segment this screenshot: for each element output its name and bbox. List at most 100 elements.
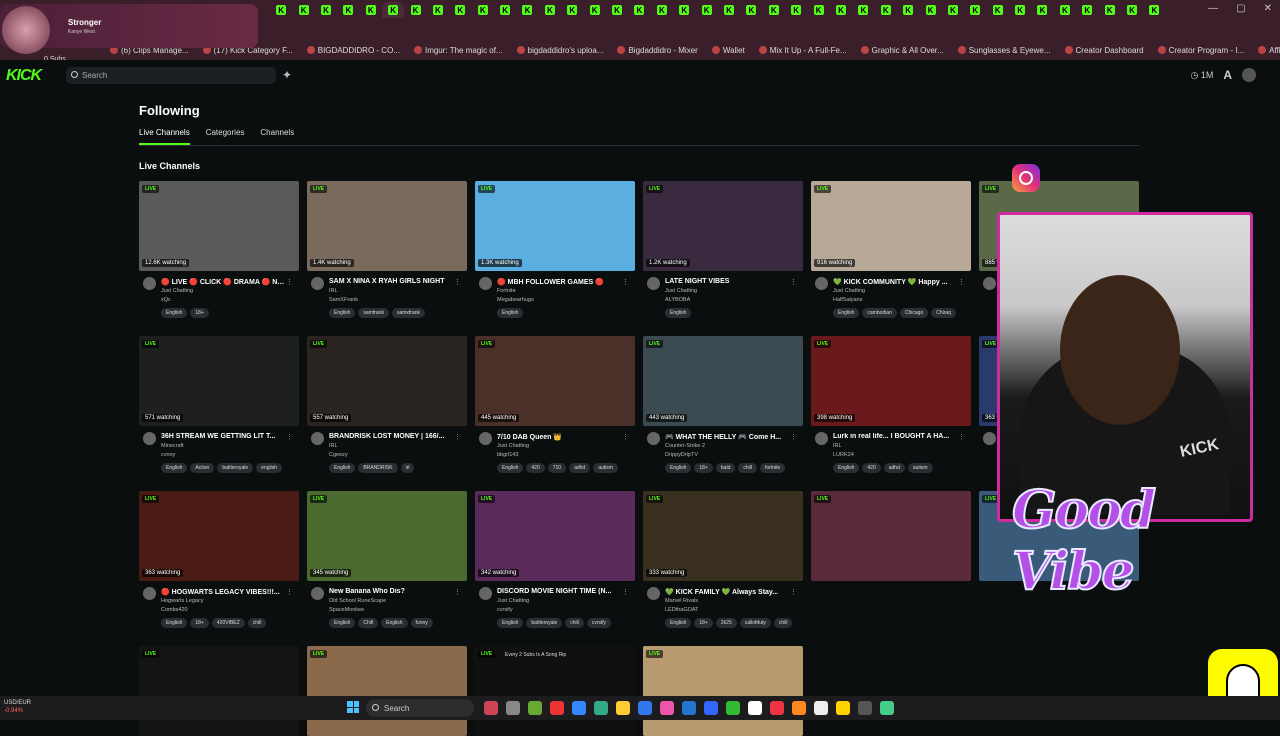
browser-tab[interactable]: K	[987, 2, 1009, 18]
browser-tab[interactable]: K	[807, 2, 829, 18]
stream-tag[interactable]: bald	[715, 463, 736, 473]
stream-title[interactable]: LATE NIGHT VIBES	[665, 278, 789, 285]
channel-name[interactable]: cvnny	[161, 452, 175, 458]
bookmark-item[interactable]: Creator Dashboard	[1064, 46, 1144, 55]
taskbar-app-icon[interactable]	[748, 701, 762, 715]
browser-tab[interactable]: K	[449, 2, 471, 18]
stream-title[interactable]: 7/10 DAB Queen 👑	[497, 433, 621, 441]
taskbar-app-icon[interactable]	[770, 701, 784, 715]
stream-title[interactable]: Lurk in real life... I BOUGHT A HA...	[833, 433, 957, 440]
more-options-icon[interactable]: ⋮	[958, 278, 965, 286]
viewer-count-badge[interactable]: ◷ 1M	[1190, 70, 1213, 81]
stream-tag[interactable]: English	[161, 308, 188, 318]
channel-avatar[interactable]	[311, 587, 324, 600]
channel-avatar[interactable]	[143, 587, 156, 600]
stream-tag[interactable]: English	[833, 463, 860, 473]
browser-tab[interactable]: K	[695, 2, 717, 18]
channel-avatar[interactable]	[311, 432, 324, 445]
stream-title[interactable]: 🔴 HOGWARTS LEGACY VIBES!!!...	[161, 588, 285, 596]
stream-category[interactable]: IRL	[329, 288, 338, 294]
channel-card[interactable]: LIVE 571 watching 36H STREAM WE GETTING LI…	[139, 336, 299, 476]
close-icon[interactable]: ✕	[1264, 3, 1272, 14]
stream-tag[interactable]: chill	[565, 618, 584, 628]
stream-title[interactable]: 🔴 LIVE 🔴 CLICK 🔴 DRAMA 🔴 NE...	[161, 278, 285, 286]
browser-tab[interactable]: K	[360, 2, 382, 18]
stream-tag[interactable]: english	[256, 463, 283, 473]
stream-tag[interactable]: autism	[593, 463, 618, 473]
stream-tag[interactable]: English	[497, 308, 524, 318]
browser-tab[interactable]: K	[1143, 2, 1165, 18]
stream-tag[interactable]: Chiraq	[931, 308, 956, 318]
tab-live-channels[interactable]: Live Channels	[139, 128, 190, 145]
browser-tab[interactable]: K	[1009, 2, 1031, 18]
browser-tab[interactable]: K	[472, 2, 494, 18]
stream-category[interactable]: Fortnite	[497, 288, 516, 294]
browser-tab[interactable]: K	[270, 2, 292, 18]
stock-widget[interactable]: USD/EUR -0.94%	[4, 699, 31, 715]
browser-tab[interactable]: K	[628, 2, 650, 18]
bookmark-item[interactable]: Graphic & All Over...	[860, 46, 944, 55]
stream-thumbnail[interactable]: LIVE	[643, 646, 803, 736]
channel-avatar[interactable]	[479, 432, 492, 445]
bookmark-item[interactable]: Wallet	[711, 46, 745, 55]
channel-card[interactable]: LIVE 1.2K watching LATE NIGHT VIBES ⋮ Just C…	[643, 181, 803, 321]
stream-category[interactable]: Just Chatting	[497, 598, 529, 604]
stream-tag[interactable]: 18+	[694, 618, 713, 628]
channel-name[interactable]: bbgrl143	[497, 452, 518, 458]
stream-tag[interactable]: English	[161, 618, 188, 628]
stream-category[interactable]: Minecraft	[161, 443, 184, 449]
stream-tag[interactable]: adhd	[569, 463, 591, 473]
tab-channels[interactable]: Channels	[260, 128, 294, 145]
channel-avatar[interactable]	[815, 277, 828, 290]
browser-tab[interactable]: K	[919, 2, 941, 18]
more-options-icon[interactable]: ⋮	[790, 433, 797, 441]
taskbar-search[interactable]: Search	[366, 699, 474, 717]
browser-tab[interactable]: K	[516, 2, 538, 18]
browser-tab[interactable]: K	[785, 2, 807, 18]
stream-thumbnail[interactable]: LIVE 342 watching	[475, 491, 635, 581]
more-options-icon[interactable]: ⋮	[622, 278, 629, 286]
browser-tab[interactable]: K	[606, 2, 628, 18]
stream-tag[interactable]: Chill	[358, 618, 379, 628]
taskbar-app-icon[interactable]	[484, 701, 498, 715]
stream-thumbnail[interactable]: LIVE	[475, 646, 635, 736]
stream-tag[interactable]: cambodian	[862, 308, 897, 318]
taskbar-app-icon[interactable]	[528, 701, 542, 715]
channel-avatar[interactable]	[479, 587, 492, 600]
browser-tab[interactable]: K	[673, 2, 695, 18]
bookmark-item[interactable]: Imgur: The magic of...	[413, 46, 503, 55]
channel-card[interactable]: LIVE	[307, 646, 467, 736]
browser-tab[interactable]: K	[852, 2, 874, 18]
stream-tag[interactable]: 2k25	[715, 618, 737, 628]
channel-card[interactable]: LIVE Every 2 Subs Is A Song Rip	[475, 646, 635, 736]
channel-card[interactable]: LIVE	[139, 646, 299, 736]
bookmark-item[interactable]: Affiliate Recruitmen...	[1258, 46, 1280, 55]
channel-name[interactable]: Combs420	[161, 607, 188, 613]
stream-thumbnail[interactable]: LIVE	[811, 491, 971, 581]
stream-thumbnail[interactable]: LIVE 12.6K watching	[139, 181, 299, 271]
channel-avatar[interactable]	[311, 277, 324, 290]
stream-tag[interactable]: cvrsify	[586, 618, 612, 628]
search-input[interactable]: Search	[66, 67, 276, 84]
channel-card[interactable]: LIVE 345 watching New Banana Who Dis? ⋮ Old …	[307, 491, 467, 631]
channel-avatar[interactable]	[815, 432, 828, 445]
browser-tab[interactable]: K	[1076, 2, 1098, 18]
channel-avatar[interactable]	[479, 277, 492, 290]
stream-thumbnail[interactable]: LIVE 398 watching	[811, 336, 971, 426]
browser-tab[interactable]: K	[1054, 2, 1076, 18]
more-options-icon[interactable]: ⋮	[622, 433, 629, 441]
taskbar-app-icon[interactable]	[506, 701, 520, 715]
channel-avatar[interactable]	[143, 432, 156, 445]
channel-avatar[interactable]	[647, 587, 660, 600]
stream-thumbnail[interactable]: LIVE	[307, 646, 467, 736]
more-options-icon[interactable]: ⋮	[286, 433, 293, 441]
browser-tab[interactable]: K	[1098, 2, 1120, 18]
browser-tab[interactable]: K	[964, 2, 986, 18]
stream-thumbnail[interactable]: LIVE	[139, 646, 299, 736]
stream-tag[interactable]: English	[665, 308, 692, 318]
browser-tab[interactable]: K	[897, 2, 919, 18]
browser-tab[interactable]: K	[381, 2, 405, 18]
more-options-icon[interactable]: ⋮	[286, 588, 293, 596]
stream-tag[interactable]: English	[665, 463, 692, 473]
stream-title[interactable]: SAM X NINA X RYAH GIRLS NIGHT	[329, 278, 453, 285]
